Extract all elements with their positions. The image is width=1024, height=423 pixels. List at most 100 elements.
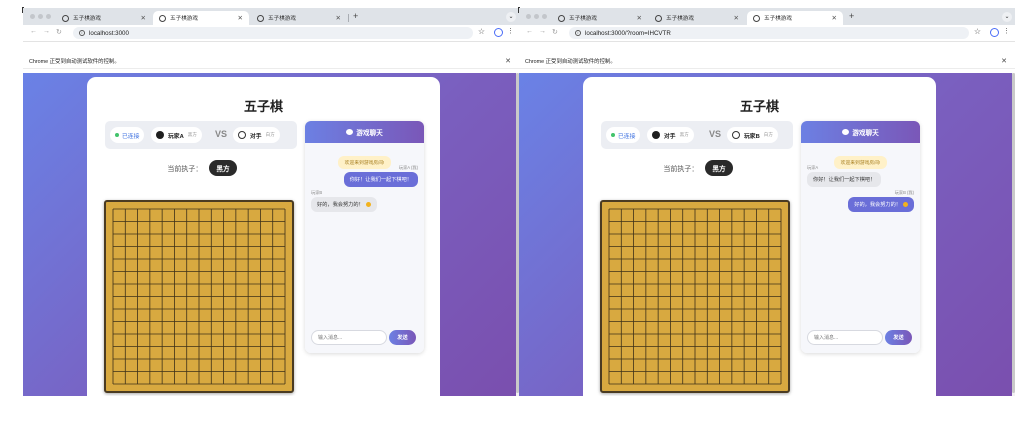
forward-arrow-icon[interactable]: → bbox=[539, 28, 546, 35]
scrollbar[interactable] bbox=[1012, 73, 1015, 396]
info-icon[interactable]: i bbox=[575, 30, 581, 36]
star-icon[interactable]: ☆ bbox=[478, 27, 485, 36]
vs-label: VS bbox=[709, 129, 722, 139]
chat-message-theirs: 你好！让我们一起下棋吧！ bbox=[807, 172, 882, 187]
close-icon[interactable]: ✕ bbox=[734, 14, 739, 22]
zoom-window-dot[interactable] bbox=[542, 14, 547, 19]
game-board[interactable] bbox=[600, 200, 790, 393]
chat-input[interactable] bbox=[807, 330, 883, 345]
status-text: 已连接 bbox=[122, 133, 140, 140]
close-icon[interactable]: ✕ bbox=[832, 14, 837, 22]
tab-title: 五子棋游戏 bbox=[569, 16, 597, 22]
chat-message-mine: 好的，我会努力的！ bbox=[848, 197, 914, 212]
turn-badge: 黑方 bbox=[209, 160, 237, 176]
close-window-dot[interactable] bbox=[526, 14, 531, 19]
player-name: 玩家A bbox=[168, 133, 184, 140]
reload-icon[interactable]: ↻ bbox=[552, 28, 558, 36]
reload-icon[interactable]: ↻ bbox=[56, 28, 62, 36]
tab-title: 五子棋游戏 bbox=[170, 16, 198, 22]
chat-panel: 游戏聊天 欢迎来到游戏房间! 玩家A (我) 你好！让我们一起下棋吧！ 玩家B … bbox=[305, 121, 424, 353]
player-chip-white: 玩家B 白方 bbox=[727, 127, 778, 143]
browser-tab[interactable]: 五子棋游戏 ✕ bbox=[649, 11, 745, 25]
players-bar: 已连接 对手 黑方 VS 玩家B 白方 bbox=[601, 121, 793, 149]
tab-separator bbox=[348, 14, 349, 22]
message-meta: 玩家B (我) bbox=[894, 190, 914, 195]
forward-arrow-icon[interactable]: → bbox=[43, 28, 50, 35]
close-icon[interactable]: ✕ bbox=[238, 14, 243, 22]
chat-panel: 游戏聊天 欢迎来到游戏房间! 玩家A 你好！让我们一起下棋吧！ 玩家B (我) … bbox=[801, 121, 920, 353]
tab-title: 五子棋游戏 bbox=[764, 16, 792, 22]
game-board[interactable] bbox=[104, 200, 294, 393]
globe-icon bbox=[62, 14, 69, 22]
scroll-thumb[interactable] bbox=[1012, 73, 1015, 393]
globe-icon bbox=[558, 14, 565, 22]
minimize-window-dot[interactable] bbox=[534, 14, 539, 19]
globe-icon bbox=[753, 14, 760, 22]
player-name: 对手 bbox=[664, 133, 676, 140]
player-side: 白方 bbox=[763, 132, 773, 137]
chevron-down-icon[interactable]: ⌄ bbox=[1002, 12, 1012, 22]
board-grid[interactable] bbox=[106, 202, 292, 391]
browser-tab[interactable]: 五子棋游戏 ✕ bbox=[251, 11, 347, 25]
message-text: 好的，我会努力的！ bbox=[854, 202, 901, 208]
browser-tab[interactable]: 五子棋游戏 ✕ bbox=[56, 11, 152, 25]
address-bar[interactable]: i localhost:3000 bbox=[73, 27, 473, 39]
minimize-window-dot[interactable] bbox=[38, 14, 43, 19]
browser-tab-active[interactable]: 五子棋游戏 ✕ bbox=[747, 11, 843, 25]
chat-title: 游戏聊天 bbox=[852, 130, 879, 137]
player-side: 白方 bbox=[265, 132, 275, 137]
chat-input[interactable] bbox=[311, 330, 387, 345]
player-side: 黑方 bbox=[679, 132, 689, 137]
infobar-text: Chrome 正受到自动测试软件的控制。 bbox=[29, 58, 120, 65]
window-controls[interactable] bbox=[526, 14, 547, 19]
tab-strip: 五子棋游戏 ✕ 五子棋游戏 ✕ 五子棋游戏 ✕ + ⌄ bbox=[23, 8, 519, 25]
address-bar[interactable]: i localhost:3000/?room=IHCVTR bbox=[569, 27, 969, 39]
player-name: 对手 bbox=[250, 133, 262, 140]
close-icon[interactable]: ✕ bbox=[141, 14, 146, 22]
back-arrow-icon[interactable]: ← bbox=[30, 28, 37, 35]
send-button[interactable]: 发送 bbox=[389, 330, 416, 345]
welcome-text: 欢迎来到游戏房间! bbox=[337, 156, 392, 169]
kebab-menu-icon[interactable]: ⋮ bbox=[507, 27, 514, 35]
screenshot-stage: 五子棋游戏 ✕ 五子棋游戏 ✕ 五子棋游戏 ✕ + ⌄ ← → ↻ i loca… bbox=[0, 0, 1024, 423]
kebab-menu-icon[interactable]: ⋮ bbox=[1003, 27, 1010, 35]
url-text: localhost:3000/?room=IHCVTR bbox=[585, 29, 671, 37]
white-stone-icon bbox=[732, 131, 740, 139]
tab-strip: 五子棋游戏 ✕ 五子棋游戏 ✕ 五子棋游戏 ✕ + ⌄ bbox=[519, 8, 1015, 25]
back-arrow-icon[interactable]: ← bbox=[526, 28, 533, 35]
emoji-icon bbox=[365, 202, 371, 208]
info-icon[interactable]: i bbox=[79, 30, 85, 36]
close-window-dot[interactable] bbox=[30, 14, 35, 19]
close-icon[interactable]: ✕ bbox=[336, 14, 341, 22]
window-controls[interactable] bbox=[30, 14, 51, 19]
star-icon[interactable]: ☆ bbox=[974, 27, 981, 36]
plus-icon[interactable]: + bbox=[849, 11, 854, 21]
close-icon[interactable]: ✕ bbox=[1001, 57, 1007, 65]
plus-icon[interactable]: + bbox=[353, 11, 358, 21]
white-stone-icon bbox=[238, 131, 246, 139]
close-icon[interactable]: ✕ bbox=[637, 14, 642, 22]
browser-tab-active[interactable]: 五子棋游戏 ✕ bbox=[153, 11, 249, 25]
board-grid[interactable] bbox=[602, 202, 788, 391]
address-toolbar: ← → ↻ i localhost:3000/?room=IHCVTR ☆ ⋮ bbox=[519, 25, 1015, 42]
profile-icon[interactable] bbox=[494, 28, 503, 37]
turn-label: 当前执子： bbox=[663, 166, 699, 173]
browser-tab[interactable]: 五子棋游戏 ✕ bbox=[552, 11, 648, 25]
zoom-window-dot[interactable] bbox=[46, 14, 51, 19]
profile-icon[interactable] bbox=[990, 28, 999, 37]
page-title: 五子棋 bbox=[243, 99, 283, 114]
close-icon[interactable]: ✕ bbox=[505, 57, 511, 65]
chevron-down-icon[interactable]: ⌄ bbox=[506, 12, 516, 22]
tab-title: 五子棋游戏 bbox=[268, 16, 296, 22]
game-card: 五子棋 已连接 玩家A 黑方 VS 对手 白方 当前执子： 黑方 游戏聊天 欢迎… bbox=[87, 77, 440, 396]
players-bar: 已连接 玩家A 黑方 VS 对手 白方 bbox=[105, 121, 297, 149]
message-meta: 玩家A bbox=[807, 165, 819, 170]
turn-indicator: 当前执子： 黑方 bbox=[87, 160, 317, 176]
send-button[interactable]: 发送 bbox=[885, 330, 912, 345]
vs-label: VS bbox=[215, 129, 228, 139]
chat-messages: 欢迎来到游戏房间! 玩家A (我) 你好！让我们一起下棋吧！ 玩家B 好的，我会… bbox=[305, 143, 424, 353]
welcome-text: 欢迎来到游戏房间! bbox=[833, 156, 888, 169]
black-stone-icon bbox=[652, 131, 660, 139]
chat-header: 游戏聊天 bbox=[801, 121, 920, 143]
tab-title: 五子棋游戏 bbox=[666, 16, 694, 22]
